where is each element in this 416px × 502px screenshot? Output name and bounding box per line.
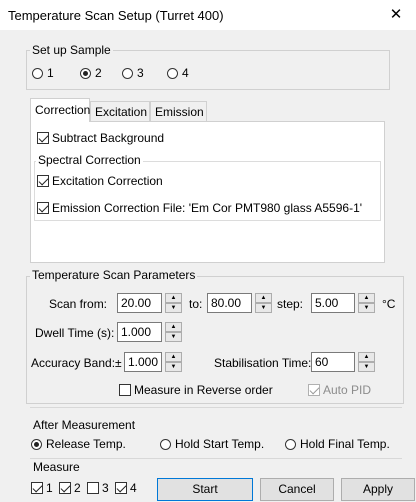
dwell-time-spinner[interactable]: 1.000 <box>117 322 162 342</box>
after-measurement-label: After Measurement <box>33 418 136 432</box>
after-measurement-divider <box>30 407 402 408</box>
measure-checkbox-4[interactable]: 4 <box>115 481 137 495</box>
hold-start-temp-radio[interactable]: Hold Start Temp. <box>160 437 264 451</box>
accuracy-band-arrows[interactable]: ▲ ▼ <box>164 352 182 372</box>
spectral-correction-label: Spectral Correction <box>36 153 143 167</box>
reverse-order-checkbox[interactable]: Measure in Reverse order <box>119 383 273 397</box>
title-bar: Temperature Scan Setup (Turret 400) ✕ <box>0 0 416 31</box>
scan-from-input[interactable]: 20.00 <box>117 293 162 313</box>
dwell-time-label: Dwell Time (s): <box>35 326 115 340</box>
radio-circle <box>122 67 133 79</box>
spin-down-icon[interactable]: ▼ <box>165 332 182 342</box>
emission-correction-checkbox[interactable]: Emission Correction File: 'Em Cor PMT980… <box>37 201 362 215</box>
accuracy-band-input[interactable]: 1.000 <box>124 352 162 372</box>
sample-radio-4[interactable]: 4 <box>167 66 189 80</box>
spin-down-icon[interactable]: ▼ <box>255 303 272 313</box>
to-input[interactable]: 80.00 <box>207 293 252 313</box>
spin-down-icon[interactable]: ▼ <box>358 362 375 372</box>
close-button[interactable]: ✕ <box>376 0 416 30</box>
tab-emission[interactable]: Emission <box>150 101 207 121</box>
stabilisation-time-input[interactable]: 60 <box>311 352 355 372</box>
accuracy-band-label: Accuracy Band:± <box>31 356 122 370</box>
scan-from-arrows[interactable]: ▲ ▼ <box>164 293 182 313</box>
dwell-time-input[interactable]: 1.000 <box>117 322 162 342</box>
setup-sample-label: Set up Sample <box>30 43 113 57</box>
stabilisation-time-spinner[interactable]: 60 <box>311 352 355 372</box>
scan-from-spinner[interactable]: 20.00 <box>117 293 162 313</box>
spin-up-icon[interactable]: ▲ <box>255 293 272 303</box>
measure-checkbox-3[interactable]: 3 <box>87 481 109 495</box>
spin-down-icon[interactable]: ▼ <box>358 303 375 313</box>
tab-correction[interactable]: Correction <box>30 98 90 122</box>
release-temp-radio[interactable]: Release Temp. <box>31 437 126 451</box>
radio-circle-selected <box>80 67 91 79</box>
measure-label: Measure <box>33 460 80 474</box>
auto-pid-checkbox: Auto PID <box>308 383 371 397</box>
spin-down-icon[interactable]: ▼ <box>165 303 182 313</box>
spin-up-icon[interactable]: ▲ <box>165 293 182 303</box>
radio-circle <box>167 67 178 79</box>
dwell-time-arrows[interactable]: ▲ ▼ <box>164 322 182 342</box>
subtract-background-checkbox[interactable]: Subtract Background <box>37 131 164 145</box>
window-title: Temperature Scan Setup (Turret 400) <box>8 8 224 23</box>
scan-parameters-label: Temperature Scan Parameters <box>30 268 198 282</box>
cancel-button[interactable]: Cancel <box>260 478 334 501</box>
spin-up-icon[interactable]: ▲ <box>358 352 375 362</box>
measure-divider <box>30 458 402 459</box>
sample-radio-2[interactable]: 2 <box>80 66 102 80</box>
spin-down-icon[interactable]: ▼ <box>165 362 182 372</box>
start-button[interactable]: Start <box>157 478 253 501</box>
tab-excitation[interactable]: Excitation <box>90 101 150 121</box>
spin-up-icon[interactable]: ▲ <box>165 322 182 332</box>
stabilisation-time-arrows[interactable]: ▲ ▼ <box>357 352 375 372</box>
step-arrows[interactable]: ▲ ▼ <box>357 293 375 313</box>
spin-up-icon[interactable]: ▲ <box>165 352 182 362</box>
radio-circle <box>32 67 43 79</box>
unit-label: °C <box>382 297 396 311</box>
to-label: to: <box>189 297 203 311</box>
scan-from-label: Scan from: <box>49 297 108 311</box>
step-input[interactable]: 5.00 <box>311 293 355 313</box>
excitation-correction-checkbox[interactable]: Excitation Correction <box>37 174 163 188</box>
apply-button[interactable]: Apply <box>341 478 415 501</box>
to-arrows[interactable]: ▲ ▼ <box>254 293 272 313</box>
sample-radio-3[interactable]: 3 <box>122 66 144 80</box>
spin-up-icon[interactable]: ▲ <box>358 293 375 303</box>
measure-checkbox-1[interactable]: 1 <box>31 481 53 495</box>
step-spinner[interactable]: 5.00 <box>311 293 355 313</box>
stabilisation-time-label: Stabilisation Time: <box>214 356 312 370</box>
step-label: step: <box>277 297 304 311</box>
accuracy-band-spinner[interactable]: 1.000 <box>124 352 162 372</box>
sample-radio-1[interactable]: 1 <box>32 66 54 80</box>
hold-final-temp-radio[interactable]: Hold Final Temp. <box>285 437 390 451</box>
measure-checkbox-2[interactable]: 2 <box>59 481 81 495</box>
to-spinner[interactable]: 80.00 <box>207 293 252 313</box>
